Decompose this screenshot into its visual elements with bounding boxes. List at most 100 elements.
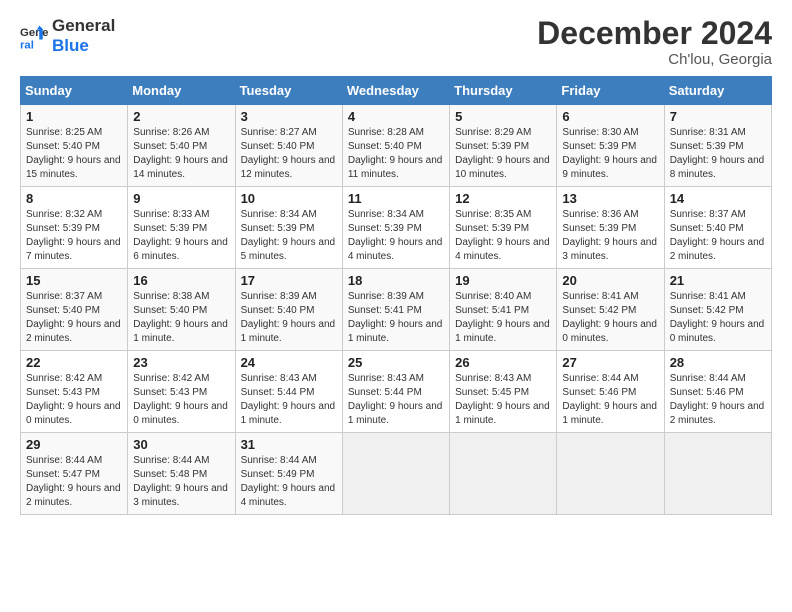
calendar-header-row: SundayMondayTuesdayWednesdayThursdayFrid… [21,77,772,105]
day-number: 19 [455,273,551,288]
calendar-cell: 24 Sunrise: 8:43 AM Sunset: 5:44 PM Dayl… [235,351,342,433]
page-header: Gene ral General Blue December 2024 Ch'l… [20,16,772,68]
day-info: Sunrise: 8:39 AM Sunset: 5:40 PM Dayligh… [241,291,336,344]
day-info: Sunrise: 8:33 AM Sunset: 5:39 PM Dayligh… [133,209,228,262]
day-number: 14 [670,191,766,206]
header-thursday: Thursday [450,77,557,105]
calendar-cell: 25 Sunrise: 8:43 AM Sunset: 5:44 PM Dayl… [342,351,449,433]
calendar-cell: 28 Sunrise: 8:44 AM Sunset: 5:46 PM Dayl… [664,351,771,433]
day-info: Sunrise: 8:43 AM Sunset: 5:44 PM Dayligh… [241,373,336,426]
calendar-cell [342,433,449,515]
day-info: Sunrise: 8:39 AM Sunset: 5:41 PM Dayligh… [348,291,443,344]
calendar-cell: 22 Sunrise: 8:42 AM Sunset: 5:43 PM Dayl… [21,351,128,433]
day-number: 2 [133,109,229,124]
calendar-cell: 1 Sunrise: 8:25 AM Sunset: 5:40 PM Dayli… [21,105,128,187]
calendar-cell: 21 Sunrise: 8:41 AM Sunset: 5:42 PM Dayl… [664,269,771,351]
day-number: 26 [455,355,551,370]
day-number: 4 [348,109,444,124]
logo-name-line2: Blue [52,36,115,56]
logo-icon: Gene ral [20,22,48,50]
day-info: Sunrise: 8:26 AM Sunset: 5:40 PM Dayligh… [133,127,228,180]
calendar-cell: 26 Sunrise: 8:43 AM Sunset: 5:45 PM Dayl… [450,351,557,433]
day-info: Sunrise: 8:44 AM Sunset: 5:47 PM Dayligh… [26,455,121,508]
calendar-cell: 7 Sunrise: 8:31 AM Sunset: 5:39 PM Dayli… [664,105,771,187]
calendar-cell: 20 Sunrise: 8:41 AM Sunset: 5:42 PM Dayl… [557,269,664,351]
day-info: Sunrise: 8:32 AM Sunset: 5:39 PM Dayligh… [26,209,121,262]
day-number: 30 [133,437,229,452]
day-info: Sunrise: 8:42 AM Sunset: 5:43 PM Dayligh… [133,373,228,426]
day-number: 29 [26,437,122,452]
calendar-cell: 13 Sunrise: 8:36 AM Sunset: 5:39 PM Dayl… [557,187,664,269]
calendar-cell: 27 Sunrise: 8:44 AM Sunset: 5:46 PM Dayl… [557,351,664,433]
day-info: Sunrise: 8:43 AM Sunset: 5:45 PM Dayligh… [455,373,550,426]
calendar-week-row: 22 Sunrise: 8:42 AM Sunset: 5:43 PM Dayl… [21,351,772,433]
day-info: Sunrise: 8:28 AM Sunset: 5:40 PM Dayligh… [348,127,443,180]
day-info: Sunrise: 8:44 AM Sunset: 5:48 PM Dayligh… [133,455,228,508]
day-info: Sunrise: 8:41 AM Sunset: 5:42 PM Dayligh… [670,291,765,344]
day-number: 18 [348,273,444,288]
calendar-week-row: 29 Sunrise: 8:44 AM Sunset: 5:47 PM Dayl… [21,433,772,515]
day-number: 21 [670,273,766,288]
day-number: 8 [26,191,122,206]
calendar-cell: 14 Sunrise: 8:37 AM Sunset: 5:40 PM Dayl… [664,187,771,269]
day-number: 1 [26,109,122,124]
day-number: 24 [241,355,337,370]
calendar-week-row: 8 Sunrise: 8:32 AM Sunset: 5:39 PM Dayli… [21,187,772,269]
day-number: 11 [348,191,444,206]
calendar-cell: 15 Sunrise: 8:37 AM Sunset: 5:40 PM Dayl… [21,269,128,351]
day-info: Sunrise: 8:36 AM Sunset: 5:39 PM Dayligh… [562,209,657,262]
day-info: Sunrise: 8:38 AM Sunset: 5:40 PM Dayligh… [133,291,228,344]
header-monday: Monday [128,77,235,105]
logo-name-line1: General [52,16,115,36]
calendar-cell: 12 Sunrise: 8:35 AM Sunset: 5:39 PM Dayl… [450,187,557,269]
header-saturday: Saturday [664,77,771,105]
title-area: December 2024 Ch'lou, Georgia [537,16,772,68]
calendar-table: SundayMondayTuesdayWednesdayThursdayFrid… [20,76,772,515]
calendar-cell: 2 Sunrise: 8:26 AM Sunset: 5:40 PM Dayli… [128,105,235,187]
day-info: Sunrise: 8:41 AM Sunset: 5:42 PM Dayligh… [562,291,657,344]
header-sunday: Sunday [21,77,128,105]
day-number: 6 [562,109,658,124]
calendar-cell: 8 Sunrise: 8:32 AM Sunset: 5:39 PM Dayli… [21,187,128,269]
calendar-cell: 23 Sunrise: 8:42 AM Sunset: 5:43 PM Dayl… [128,351,235,433]
day-number: 13 [562,191,658,206]
calendar-cell: 5 Sunrise: 8:29 AM Sunset: 5:39 PM Dayli… [450,105,557,187]
header-friday: Friday [557,77,664,105]
day-info: Sunrise: 8:29 AM Sunset: 5:39 PM Dayligh… [455,127,550,180]
header-wednesday: Wednesday [342,77,449,105]
day-number: 3 [241,109,337,124]
day-info: Sunrise: 8:37 AM Sunset: 5:40 PM Dayligh… [26,291,121,344]
calendar-cell: 10 Sunrise: 8:34 AM Sunset: 5:39 PM Dayl… [235,187,342,269]
calendar-week-row: 1 Sunrise: 8:25 AM Sunset: 5:40 PM Dayli… [21,105,772,187]
calendar-cell: 3 Sunrise: 8:27 AM Sunset: 5:40 PM Dayli… [235,105,342,187]
calendar-cell: 16 Sunrise: 8:38 AM Sunset: 5:40 PM Dayl… [128,269,235,351]
day-number: 25 [348,355,444,370]
day-number: 10 [241,191,337,206]
day-info: Sunrise: 8:37 AM Sunset: 5:40 PM Dayligh… [670,209,765,262]
calendar-cell: 17 Sunrise: 8:39 AM Sunset: 5:40 PM Dayl… [235,269,342,351]
day-info: Sunrise: 8:42 AM Sunset: 5:43 PM Dayligh… [26,373,121,426]
day-info: Sunrise: 8:34 AM Sunset: 5:39 PM Dayligh… [348,209,443,262]
day-number: 16 [133,273,229,288]
calendar-cell: 6 Sunrise: 8:30 AM Sunset: 5:39 PM Dayli… [557,105,664,187]
location: Ch'lou, Georgia [537,51,772,68]
calendar-cell: 31 Sunrise: 8:44 AM Sunset: 5:49 PM Dayl… [235,433,342,515]
day-number: 9 [133,191,229,206]
month-title: December 2024 [537,16,772,51]
day-number: 12 [455,191,551,206]
day-number: 28 [670,355,766,370]
calendar-cell [450,433,557,515]
svg-text:Gene: Gene [20,27,48,39]
day-number: 27 [562,355,658,370]
svg-text:ral: ral [20,39,34,50]
day-number: 20 [562,273,658,288]
day-info: Sunrise: 8:35 AM Sunset: 5:39 PM Dayligh… [455,209,550,262]
day-info: Sunrise: 8:44 AM Sunset: 5:49 PM Dayligh… [241,455,336,508]
day-number: 5 [455,109,551,124]
calendar-cell [664,433,771,515]
day-number: 22 [26,355,122,370]
calendar-week-row: 15 Sunrise: 8:37 AM Sunset: 5:40 PM Dayl… [21,269,772,351]
calendar-cell: 19 Sunrise: 8:40 AM Sunset: 5:41 PM Dayl… [450,269,557,351]
day-info: Sunrise: 8:27 AM Sunset: 5:40 PM Dayligh… [241,127,336,180]
calendar-cell: 30 Sunrise: 8:44 AM Sunset: 5:48 PM Dayl… [128,433,235,515]
